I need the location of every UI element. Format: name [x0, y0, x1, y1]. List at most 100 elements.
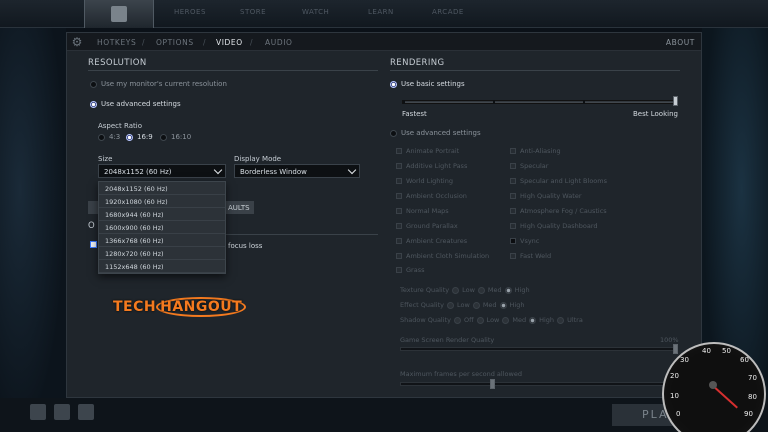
radio-icon[interactable]: [476, 316, 484, 324]
radio-icon[interactable]: [557, 316, 565, 324]
checkbox[interactable]: [510, 253, 516, 259]
option-animate-portrait[interactable]: Animate Portrait: [396, 147, 459, 155]
radio-icon[interactable]: [98, 133, 105, 141]
checkbox[interactable]: [396, 178, 402, 184]
radio-use-basic-settings[interactable]: Use basic settings: [390, 80, 465, 88]
quality-label: Shadow Quality: [400, 316, 451, 324]
tab-video[interactable]: VIDEO: [216, 38, 243, 47]
size-option[interactable]: 1366x768 (60 Hz): [99, 234, 225, 247]
radio-icon[interactable]: [502, 316, 510, 324]
size-option[interactable]: 1920x1080 (60 Hz): [99, 195, 225, 208]
checkbox[interactable]: [510, 193, 516, 199]
checkbox[interactable]: [396, 223, 402, 229]
aspect-label: 4:3: [109, 133, 121, 141]
checkbox[interactable]: [396, 163, 402, 169]
party-icon[interactable]: [54, 404, 70, 420]
checkbox[interactable]: [396, 253, 402, 259]
option-normal-maps[interactable]: Normal Maps: [396, 207, 449, 215]
option-grass[interactable]: Grass: [396, 266, 424, 274]
aspect-4-3[interactable]: 4:3: [98, 133, 120, 141]
tab-options[interactable]: OPTIONS: [156, 38, 194, 47]
checkbox[interactable]: [396, 267, 402, 273]
nav-learn[interactable]: LEARN: [368, 8, 394, 16]
radio-selected-icon[interactable]: [529, 316, 537, 324]
checkbox[interactable]: [396, 238, 402, 244]
option-atmosphere-fog[interactable]: Atmosphere Fog / Caustics: [510, 207, 607, 215]
size-option[interactable]: 2048x1152 (60 Hz): [99, 182, 225, 195]
about-link[interactable]: ABOUT: [666, 38, 695, 47]
nav-watch[interactable]: WATCH: [302, 8, 329, 16]
dota-logo-icon[interactable]: [84, 0, 154, 28]
size-option[interactable]: 1280x720 (60 Hz): [99, 247, 225, 260]
tab-hotkeys[interactable]: HOTKEYS: [97, 38, 136, 47]
radio-selected-icon[interactable]: [90, 100, 97, 108]
restore-defaults-button-edge[interactable]: [88, 201, 98, 214]
radio-icon[interactable]: [453, 316, 461, 324]
aspect-label: 16:10: [171, 133, 192, 141]
aspect-16-10[interactable]: 16:10: [160, 133, 191, 141]
option-high-quality-water[interactable]: High Quality Water: [510, 192, 582, 200]
option-ambient-occlusion[interactable]: Ambient Occlusion: [396, 192, 467, 200]
radio-selected-icon[interactable]: [126, 133, 133, 141]
tab-audio[interactable]: AUDIO: [265, 38, 293, 47]
radio-selected-icon[interactable]: [504, 286, 512, 294]
checkbox[interactable]: [396, 148, 402, 154]
aspect-16-9[interactable]: 16:9: [126, 133, 153, 141]
checkbox-checked[interactable]: [90, 241, 97, 248]
gauge-tick: 0: [676, 410, 681, 418]
chat-icon[interactable]: [30, 404, 46, 420]
size-option[interactable]: 1600x900 (60 Hz): [99, 221, 225, 234]
radio-icon[interactable]: [390, 129, 397, 137]
radio-icon[interactable]: [472, 301, 480, 309]
nav-arcade[interactable]: ARCADE: [432, 8, 464, 16]
size-dropdown[interactable]: 2048x1152 (60 Hz): [98, 164, 226, 178]
radio-icon[interactable]: [452, 286, 460, 294]
max-fps-slider[interactable]: [400, 382, 678, 386]
basic-quality-slider[interactable]: [402, 100, 678, 104]
option-high-quality-dashboard[interactable]: High Quality Dashboard: [510, 222, 598, 230]
option-ground-parallax[interactable]: Ground Parallax: [396, 222, 458, 230]
radio-icon[interactable]: [447, 301, 454, 309]
quality-option: Off: [463, 316, 474, 324]
checkbox[interactable]: [396, 193, 402, 199]
quality-option: Low: [457, 301, 470, 309]
option-ambient-creatures[interactable]: Ambient Creatures: [396, 237, 467, 245]
slider-tick: [403, 100, 405, 104]
checkbox[interactable]: [510, 178, 516, 184]
option-fast-weld[interactable]: Fast Weld: [510, 252, 551, 260]
radio-selected-icon[interactable]: [390, 80, 397, 88]
nav-store[interactable]: STORE: [240, 8, 266, 16]
nav-heroes[interactable]: HEROES: [174, 8, 206, 16]
radio-use-monitor-resolution[interactable]: Use my monitor's current resolution: [90, 80, 227, 88]
slider-thumb[interactable]: [673, 344, 678, 354]
option-specular[interactable]: Specular: [510, 162, 548, 170]
size-option[interactable]: 1680x944 (60 Hz): [99, 208, 225, 221]
checkbox[interactable]: [510, 223, 516, 229]
option-anti-aliasing[interactable]: Anti-Aliasing: [510, 147, 561, 155]
option-additive-light-pass[interactable]: Additive Light Pass: [396, 162, 467, 170]
checkbox[interactable]: [510, 238, 516, 244]
option-ambient-cloth-simulation[interactable]: Ambient Cloth Simulation: [396, 252, 489, 260]
checkbox[interactable]: [396, 208, 402, 214]
slider-thumb[interactable]: [490, 379, 495, 389]
radio-selected-icon[interactable]: [499, 301, 507, 309]
checkbox[interactable]: [510, 208, 516, 214]
resolution-title: RESOLUTION: [88, 58, 147, 68]
option-world-lighting[interactable]: World Lighting: [396, 177, 453, 185]
size-option[interactable]: 1152x648 (60 Hz): [99, 260, 225, 273]
radio-icon[interactable]: [477, 286, 485, 294]
option-vsync[interactable]: Vsync: [510, 237, 539, 245]
option-specular-light-blooms[interactable]: Specular and Light Blooms: [510, 177, 607, 185]
friends-icon[interactable]: [78, 404, 94, 420]
radio-icon[interactable]: [160, 133, 167, 141]
render-quality-slider[interactable]: [400, 347, 678, 351]
radio-icon[interactable]: [90, 80, 97, 88]
restore-defaults-button[interactable]: AULTS: [226, 201, 254, 214]
quality-label: Texture Quality: [400, 286, 450, 294]
slider-thumb[interactable]: [673, 96, 678, 106]
radio-use-advanced-resolution[interactable]: Use advanced settings: [90, 100, 181, 108]
radio-use-advanced-rendering[interactable]: Use advanced settings: [390, 129, 481, 137]
checkbox[interactable]: [510, 148, 516, 154]
display-mode-dropdown[interactable]: Borderless Window: [234, 164, 360, 178]
checkbox[interactable]: [510, 163, 516, 169]
